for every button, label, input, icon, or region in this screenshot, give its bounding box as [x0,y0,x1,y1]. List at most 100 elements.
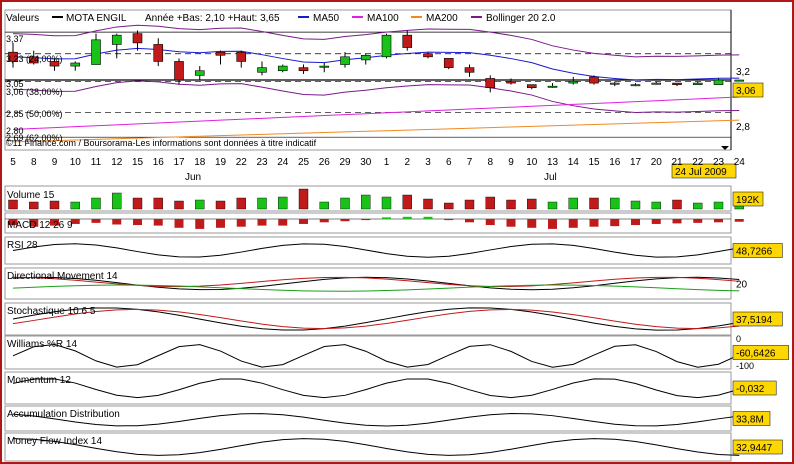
x-tick-label: 22 [692,157,704,168]
candle-body [402,34,413,48]
candle-body [91,39,101,65]
macd-bar [651,219,661,224]
macd-bar [506,219,516,227]
candle-body [526,84,537,89]
x-tick-label: 1 [384,157,390,168]
volume-bar [112,192,122,210]
volume-bar [693,202,703,210]
volume-bar [713,201,724,210]
x-tick-label: 15 [588,157,600,168]
bollinger-upper [12,24,740,58]
macd-bar [278,219,288,226]
candle-body [734,79,745,82]
indicator-tick: 0 [736,334,741,344]
indicator-line [12,307,740,331]
macd-bar [382,217,391,219]
macd-bar [672,219,682,224]
volume-bar [506,199,516,210]
legend-ma100: MA100 [367,13,399,24]
candle-body [298,67,309,72]
x-tick-label: 18 [194,157,206,168]
candle-body [672,82,682,85]
legend-series-name: MOTA ENGIL [66,13,127,24]
x-tick-label: 7 [467,157,473,168]
macd-bar [361,219,371,221]
x-tick-label: 16 [153,157,165,168]
fib-label-0: 3,37 [6,34,24,44]
indicator-line [12,284,740,292]
fib-label-3: 3,06 (38,00%) [6,87,63,97]
x-tick-label: 19 [215,157,227,168]
indicator-value: -0,032 [736,384,765,395]
legend-valeurs: Valeurs [6,13,39,24]
scroll-arrow-icon[interactable] [721,146,729,150]
indicator-value: 32,9447 [736,443,773,454]
candle-body [70,62,81,67]
candle-body [360,54,371,61]
indicator-line [12,276,740,291]
candle-body [340,56,350,65]
x-tick-label: 2 [404,157,410,168]
macd-bar [133,219,142,226]
macd-bar [236,219,246,227]
x-tick-label: 29 [339,157,351,168]
indicator-tick: -100 [736,361,754,371]
macd-bar [734,219,744,222]
candle-body [132,33,143,44]
x-tick-label: 11 [91,157,102,168]
macd-bar [548,219,557,229]
candle-body [568,81,579,84]
volume-bar [132,197,143,210]
indicator-label: Directional Movement 14 [7,271,118,282]
macd-bar [444,219,454,221]
macd-bar [423,216,433,219]
candle-body [319,65,330,68]
volume-bar [319,201,329,210]
month-jun: Jun [185,172,201,183]
volume-bar [630,200,641,210]
candle-body [194,70,205,76]
volume-bar [672,199,682,210]
macd-bar [153,219,163,226]
candle-body [277,65,288,72]
x-tick-label: 8 [487,157,493,168]
indicator-line [12,378,740,399]
volume-bar [464,199,475,210]
macd-bar [693,219,703,223]
x-tick-label: 9 [508,157,514,168]
candle-body [257,67,267,73]
x-tick-label: 12 [111,157,123,168]
candle-body [236,51,247,62]
volume-bar [8,199,18,210]
volume-bar [29,201,39,210]
candle-body [174,61,184,81]
indicator-label: RSI 28 [7,240,38,251]
x-tick-label: 13 [547,157,559,168]
x-tick-label: 17 [630,157,642,168]
macd-bar [465,219,474,223]
candle-body [423,53,433,58]
indicator-panel: Accumulation Distribution 33,8M [4,405,771,432]
x-tick-label: 23 [256,157,268,168]
right-tick-0: 3,2 [736,67,750,78]
candle-body [215,51,226,56]
month-jul: Jul [544,172,557,183]
last-value: 3,06 [736,86,756,97]
volume-bar [195,199,205,210]
x-tick-label: 10 [70,157,82,168]
indicator-panel: Directional Movement 14 20 [4,267,748,300]
legend-bollinger: Bollinger 20 2.0 [486,13,556,24]
candle-body [692,82,703,85]
macd-bar [527,219,537,228]
indicator-line [12,344,740,368]
macd-bar [174,219,184,228]
indicator-value: 20 [736,280,748,291]
fib-label-4: 2,85 (50,00%) [6,109,63,119]
candle-body [381,34,392,58]
x-tick-label: 22 [236,157,248,168]
indicator-label: Williams %R 14 [7,339,77,350]
legend-year-range: Année +Bas: 2,10 +Haut: 3,65 [145,13,280,24]
x-axis: Jun Jul 24 Jul 2009 5 8 9 10 11 12 15 16 17 18 19 2… [10,146,745,183]
x-tick-label: 24 [277,157,289,168]
volume-bar [527,198,537,210]
